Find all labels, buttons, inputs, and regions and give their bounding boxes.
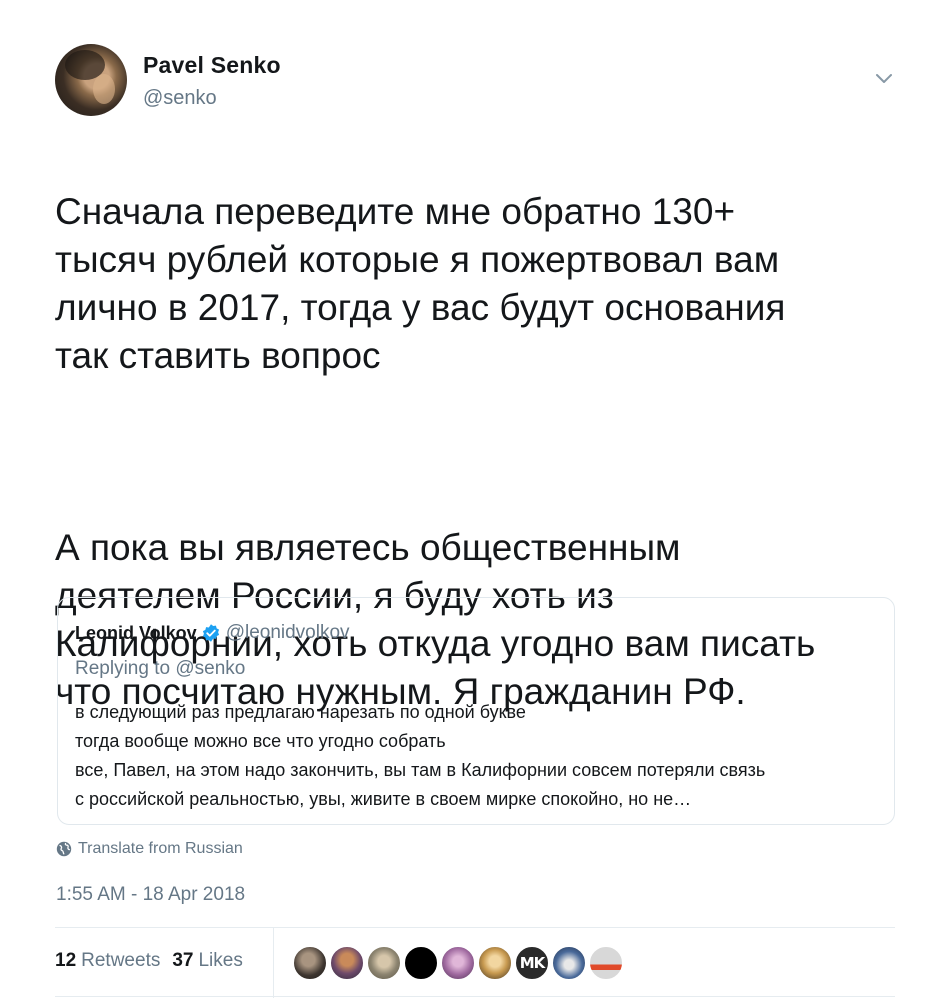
likes-label: Likes — [198, 950, 243, 971]
author-name[interactable]: Pavel Senko — [143, 52, 281, 79]
likes-count: 37 — [172, 950, 194, 971]
author-handle[interactable]: @senko — [143, 87, 217, 110]
liker-avatar[interactable] — [403, 945, 439, 981]
quoted-author-name: Leonid Volkov — [75, 622, 197, 643]
likes-stat[interactable]: 37 Likes — [172, 950, 243, 972]
verified-badge-icon — [202, 624, 219, 642]
tweet-header: Pavel Senko @senko — [55, 44, 896, 120]
author-avatar[interactable] — [55, 44, 127, 116]
liker-avatar[interactable] — [477, 945, 513, 981]
liker-avatar[interactable] — [551, 945, 587, 981]
stats-divider — [273, 928, 274, 998]
quoted-tweet-header: Leonid Volkov @leonidvolkov — [75, 622, 350, 644]
tweet-paragraph: Сначала переведите мне обратно 130+ тыся… — [55, 191, 786, 376]
globe-icon — [56, 841, 72, 857]
quoted-author-handle: @leonidvolkov — [225, 622, 350, 643]
retweets-count: 12 — [55, 950, 77, 971]
replying-to: Replying to @senko — [75, 658, 245, 680]
liker-avatars: MK — [292, 945, 625, 981]
quoted-tweet-line: с российской реальностью, увы, живите в … — [75, 789, 692, 809]
quoted-tweet-line: тогда вообще можно все что угодно собрат… — [75, 731, 446, 751]
retweets-stat[interactable]: 12 Retweets — [55, 950, 160, 972]
liker-avatar[interactable] — [292, 945, 328, 981]
tweet-stats: 12 Retweets 37 Likes MK — [55, 927, 895, 998]
quoted-tweet-line: в следующий раз предлагаю нарезать по од… — [75, 702, 526, 722]
retweets-label: Retweets — [81, 950, 161, 971]
quoted-tweet-line: все, Павел, на этом надо закончить, вы т… — [75, 760, 766, 780]
liker-avatar[interactable] — [329, 945, 365, 981]
replying-to-mention[interactable]: @senko — [175, 658, 245, 679]
liker-avatar[interactable] — [366, 945, 402, 981]
quoted-tweet-text: в следующий раз предлагаю нарезать по од… — [75, 698, 885, 814]
mk-avatar-text: MK — [519, 954, 546, 972]
translate-label: Translate from Russian — [78, 840, 243, 857]
quoted-tweet[interactable]: Leonid Volkov @leonidvolkov Replying to … — [57, 597, 895, 825]
liker-avatar[interactable]: MK — [514, 945, 550, 981]
tweet-timestamp: 1:55 AM - 18 Apr 2018 — [56, 884, 246, 905]
stats-counts: 12 Retweets 37 Likes — [55, 950, 255, 972]
liker-avatar[interactable] — [588, 945, 624, 981]
chevron-down-icon[interactable] — [872, 66, 896, 90]
translate-link[interactable]: Translate from Russian — [56, 840, 243, 858]
liker-avatar[interactable] — [440, 945, 476, 981]
replying-to-label: Replying to — [75, 658, 171, 679]
